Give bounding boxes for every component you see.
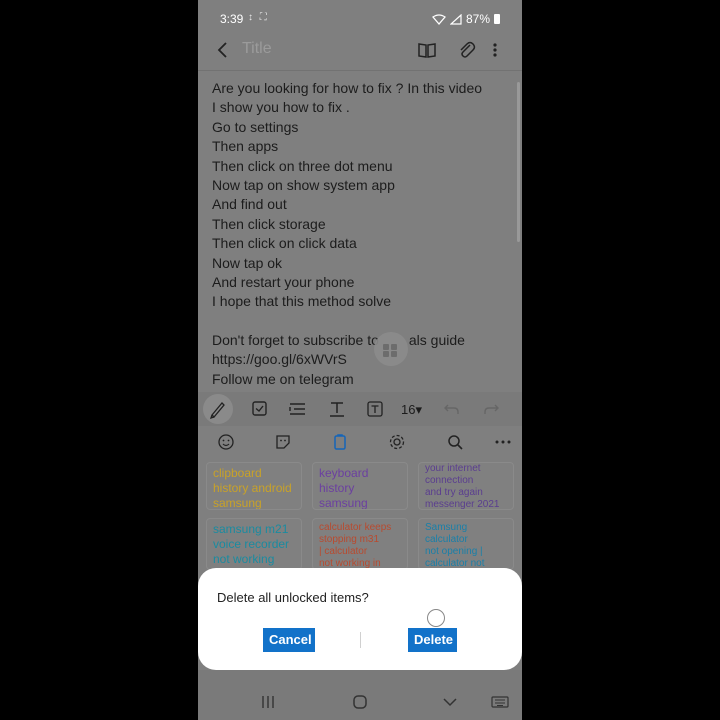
clip-text: samsung	[319, 496, 368, 510]
reading-mode-icon[interactable]	[416, 39, 438, 61]
note-line: And restart your phone	[212, 273, 355, 290]
note-line: https://goo.gl/6xWVrS	[212, 351, 347, 368]
note-body[interactable]: Are you looking for how to fix ? In this…	[212, 79, 512, 389]
touch-indicator	[427, 609, 445, 627]
floating-handle[interactable]	[374, 332, 408, 366]
redo-icon[interactable]	[478, 396, 504, 422]
clip-text: clipboard	[213, 466, 262, 480]
scrollbar[interactable]	[517, 82, 520, 242]
delete-confirm-dialog: Delete all unlocked items? Cancel Delete	[198, 568, 522, 670]
attach-icon[interactable]	[455, 39, 477, 61]
hide-keyboard-icon[interactable]	[440, 692, 460, 712]
note-line: Then click storage	[212, 215, 326, 232]
note-line: Follow me on telegram	[212, 370, 354, 387]
clipboard-item[interactable]: clipboard history android samsung	[206, 462, 302, 510]
status-bar: 3:39 ↕ ⛶ 87%	[198, 0, 522, 36]
clipboard-grid: clipboard history android samsung keyboa…	[198, 460, 522, 570]
more-vertical-icon[interactable]	[488, 39, 502, 61]
clip-text: calculator	[425, 534, 468, 545]
clip-text: history android	[213, 481, 292, 495]
note-line-tail: als guide	[408, 332, 465, 349]
note-line: Then click on click data	[212, 235, 357, 252]
formatting-toolbar: 16▾	[198, 392, 522, 426]
note-line: I show you how to fix .	[212, 99, 350, 116]
font-size-selector[interactable]: 16▾	[401, 402, 422, 418]
battery-icon	[494, 14, 500, 24]
divider	[198, 70, 522, 71]
status-time: 3:39	[220, 12, 244, 26]
clip-text: not working	[213, 552, 275, 566]
text-style-icon[interactable]	[324, 396, 350, 422]
clip-text: and try again	[425, 487, 483, 498]
clip-text: messenger 2021	[425, 499, 500, 510]
keyboard-bottom-strip	[198, 670, 522, 684]
clip-text: voice recorder	[213, 537, 290, 551]
note-line: Then click on three dot menu	[212, 157, 393, 174]
note-line: Don't forget to subscribe to als guide	[212, 331, 512, 350]
paragraph-style-icon[interactable]	[285, 396, 311, 422]
clip-text: stopping m31	[319, 534, 380, 545]
delete-button[interactable]: Delete	[408, 628, 457, 652]
gear-icon[interactable]	[386, 431, 408, 453]
clip-text: Samsung	[425, 522, 468, 533]
signal-icon	[449, 13, 462, 25]
note-line: Are you looking for how to fix ? In this…	[212, 80, 483, 96]
emoji-icon[interactable]	[215, 431, 237, 453]
clip-text: your internet	[425, 463, 481, 474]
clipboard-item[interactable]: samsung m21 voice recorder not working	[206, 518, 302, 570]
wifi-icon	[431, 13, 446, 25]
recent-apps-icon[interactable]	[258, 692, 278, 712]
clipboard-item[interactable]: your internet connection and try again m…	[418, 462, 514, 510]
clipboard-icon[interactable]	[329, 431, 351, 453]
undo-icon[interactable]	[439, 396, 465, 422]
keyboard-tab-bar	[198, 428, 522, 456]
phone-screen: 3:39 ↕ ⛶ 87% Title Are you looking for h…	[198, 0, 522, 720]
status-right: 87%	[431, 12, 500, 26]
search-icon[interactable]	[444, 431, 466, 453]
clipboard-item[interactable]: Samsung calculator not opening | calcula…	[418, 518, 514, 570]
navigation-bar	[198, 684, 522, 720]
button-divider	[360, 632, 361, 648]
clip-text: | calculator	[319, 546, 368, 557]
clip-text: history	[319, 481, 355, 495]
clip-text: samsung m21	[213, 522, 289, 536]
keyboard-icon[interactable]	[490, 692, 510, 712]
battery-percent: 87%	[465, 12, 490, 26]
text-box-icon[interactable]	[362, 396, 388, 422]
clip-text: keyboard	[319, 466, 369, 480]
notification-icons: ↕ ⛶	[248, 12, 269, 23]
home-icon[interactable]	[350, 692, 370, 712]
clipboard-item[interactable]: keyboard history samsung	[312, 462, 408, 510]
clip-text: samsung	[213, 496, 262, 510]
clip-text: calculator keeps	[319, 522, 392, 533]
note-line: Then apps	[212, 138, 279, 155]
dialog-message: Delete all unlocked items?	[217, 590, 369, 605]
note-line: Now tap on show system app	[212, 176, 395, 193]
app-bar: Title	[198, 36, 522, 66]
note-line: And find out	[212, 196, 287, 213]
note-line: Go to settings	[212, 118, 299, 135]
back-arrow-icon[interactable]	[212, 39, 234, 61]
clipboard-item[interactable]: calculator keeps stopping m31 | calculat…	[312, 518, 408, 570]
cancel-button[interactable]: Cancel	[263, 628, 315, 652]
pen-icon[interactable]	[203, 394, 233, 424]
sticker-icon[interactable]	[272, 431, 294, 453]
note-line	[212, 312, 512, 331]
note-line: Now tap ok	[212, 254, 283, 271]
clip-text: not opening |	[425, 546, 483, 557]
clip-text: connection	[425, 475, 474, 486]
note-line-text: Don't forget to subscribe to	[212, 332, 379, 349]
note-line: I hope that this method solve	[212, 293, 391, 310]
title-input[interactable]: Title	[242, 40, 272, 58]
checkbox-icon[interactable]	[247, 396, 273, 422]
more-horizontal-icon[interactable]	[492, 431, 514, 453]
